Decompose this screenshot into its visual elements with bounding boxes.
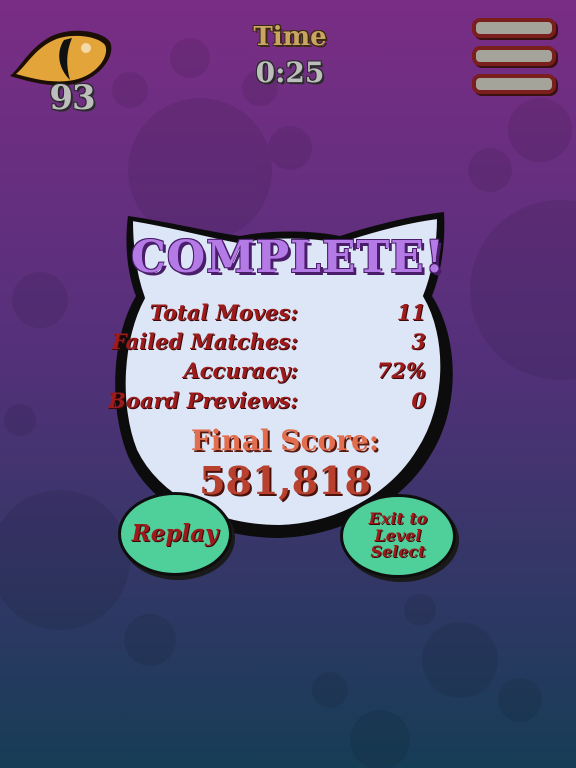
exit-label: Exit to Level Select bbox=[368, 508, 428, 562]
stat-label: Failed Matches: bbox=[111, 329, 298, 354]
replay-button[interactable]: Replay bbox=[118, 492, 232, 576]
time-value: 0:25 bbox=[255, 56, 325, 89]
menu-bar bbox=[472, 18, 556, 38]
stat-label: Total Moves: bbox=[149, 300, 298, 325]
menu-bar bbox=[472, 74, 556, 94]
stat-value: 11 bbox=[396, 300, 426, 325]
stat-value: 72% bbox=[376, 358, 426, 383]
stat-value: 3 bbox=[411, 329, 426, 354]
eye-count: 93 bbox=[49, 78, 95, 118]
hamburger-menu-icon[interactable] bbox=[470, 18, 560, 100]
stat-label: Accuracy: bbox=[183, 358, 298, 383]
stat-label: Board Previews: bbox=[108, 388, 298, 413]
stat-value: 0 bbox=[411, 388, 426, 413]
stat-row-board-previews: Board Previews: 0 bbox=[108, 388, 430, 416]
exit-to-level-select-button[interactable]: Exit to Level Select bbox=[340, 494, 456, 578]
complete-title: COMPLETE! bbox=[130, 232, 446, 283]
stat-row-accuracy: Accuracy: 72% bbox=[120, 358, 430, 386]
menu-bar bbox=[472, 46, 556, 66]
final-score-label: Final Score: bbox=[190, 424, 380, 457]
time-label: Time bbox=[253, 22, 327, 52]
stat-row-failed-matches: Failed Matches: 3 bbox=[112, 329, 430, 357]
stat-row-total-moves: Total Moves: 11 bbox=[120, 300, 430, 328]
replay-label: Replay bbox=[131, 519, 219, 547]
